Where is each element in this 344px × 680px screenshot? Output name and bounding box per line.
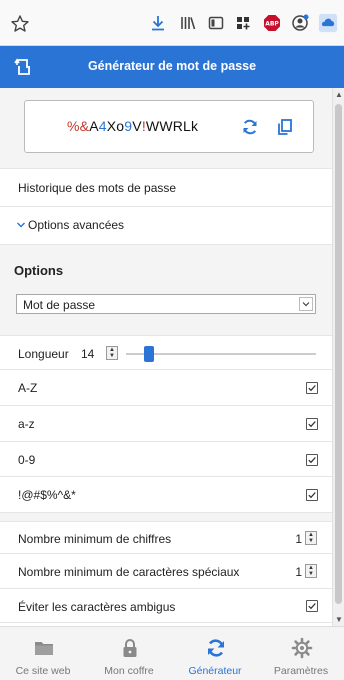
advanced-options-toggle[interactable]: Options avancées (0, 207, 332, 245)
gear-icon (291, 637, 313, 659)
charset-checkbox-uppercase[interactable] (306, 382, 318, 394)
tab-label: Mon coffre (104, 665, 154, 677)
min-special-value: 1 (295, 565, 302, 579)
generator-content: %&A4Xo9V!WWRLk Historique des mots de pa… (0, 88, 332, 626)
advanced-options-label: Options avancées (28, 218, 125, 232)
password-char-group: %& (67, 118, 90, 134)
avoid-ambiguous-label: Éviter les caractères ambigus (18, 600, 176, 614)
refresh-icon (205, 637, 227, 659)
charset-row-special[interactable]: !@#$%^&* (0, 477, 332, 513)
min-special-stepper[interactable]: ▲ ▼ (305, 564, 317, 578)
min-special-row: Nombre minimum de caractères spéciaux 1 … (0, 554, 332, 589)
generator-header: Générateur de mot de passe (0, 46, 344, 88)
adblock-icon[interactable]: ABP (262, 13, 282, 33)
password-type-select[interactable]: Mot de passe (16, 294, 316, 314)
min-numbers-row: Nombre minimum de chiffres 1 ▲ ▼ (0, 521, 332, 554)
charset-label: !@#$%^&* (18, 488, 76, 502)
scroll-down-icon[interactable]: ▼ (335, 615, 343, 624)
content-scrollbar[interactable]: ▲ ▼ (332, 88, 344, 626)
bookmark-star-icon[interactable] (10, 14, 30, 34)
chevron-down-icon (299, 297, 313, 311)
section-spacer (0, 513, 332, 521)
account-icon[interactable] (290, 13, 310, 33)
password-char-group: Xo (106, 118, 125, 134)
svg-text:ABP: ABP (265, 21, 279, 28)
length-slider-thumb[interactable] (143, 346, 154, 362)
generated-password-box: %&A4Xo9V!WWRLk (24, 100, 314, 153)
bottom-tab-bar: Ce site web Mon coffre Générateur Paramè… (0, 626, 344, 680)
sidebar-icon[interactable] (206, 13, 226, 33)
length-slider-track[interactable] (126, 353, 316, 355)
avoid-ambiguous-row[interactable]: Éviter les caractères ambigus (0, 589, 332, 623)
charset-checkbox-lowercase[interactable] (306, 418, 318, 430)
download-icon[interactable] (148, 13, 168, 33)
min-numbers-value: 1 (295, 532, 302, 546)
password-history-label: Historique des mots de passe (18, 181, 177, 195)
charset-row-numbers[interactable]: 0-9 (0, 442, 332, 477)
length-label: Longueur (18, 347, 69, 361)
chevron-down-icon (16, 219, 26, 233)
charset-label: a-z (18, 417, 35, 431)
generated-password[interactable]: %&A4Xo9V!WWRLk (67, 118, 198, 134)
charset-checkbox-numbers[interactable] (306, 454, 318, 466)
charset-label: 0-9 (18, 453, 36, 467)
length-row: Longueur 14 ▲ ▼ (0, 335, 332, 370)
folder-icon (33, 637, 55, 659)
password-char-group: WWRLk (145, 118, 199, 134)
regenerate-icon[interactable] (240, 117, 260, 137)
options-heading: Options (14, 263, 64, 278)
copy-icon[interactable] (275, 117, 295, 137)
password-history-link[interactable]: Historique des mots de passe (0, 168, 332, 207)
library-icon[interactable] (178, 13, 198, 33)
length-value: 14 (81, 347, 95, 361)
tab-label: Paramètres (273, 665, 329, 677)
tab-label: Générateur (188, 665, 242, 677)
charset-row-lowercase[interactable]: a-z (0, 406, 332, 442)
page-title: Générateur de mot de passe (87, 59, 257, 73)
password-type-value: Mot de passe (23, 298, 96, 312)
options-section: Options Mot de passe (0, 245, 332, 335)
tab-vault[interactable]: Mon coffre (86, 627, 172, 680)
tab-current-site[interactable]: Ce site web (0, 627, 86, 680)
password-char-group: V (132, 118, 142, 134)
password-area: %&A4Xo9V!WWRLk (0, 88, 332, 168)
scroll-up-icon[interactable]: ▲ (335, 90, 343, 99)
tab-label: Ce site web (15, 665, 71, 677)
browser-toolbar: ABP (0, 0, 344, 46)
tab-generator[interactable]: Générateur (172, 627, 258, 680)
min-numbers-label: Nombre minimum de chiffres (18, 532, 172, 546)
charset-label: A-Z (18, 381, 38, 395)
avoid-ambiguous-checkbox[interactable] (306, 600, 318, 612)
lock-icon (119, 637, 141, 659)
charset-checkbox-special[interactable] (306, 489, 318, 501)
extensions-grid-icon[interactable] (233, 13, 253, 33)
scrollbar-thumb[interactable] (335, 104, 342, 604)
password-char-group: 4 (98, 118, 107, 134)
min-special-label: Nombre minimum de caractères spéciaux (18, 565, 240, 579)
min-numbers-stepper[interactable]: ▲ ▼ (305, 531, 317, 545)
charset-row-uppercase[interactable]: A-Z (0, 370, 332, 406)
password-char-group: A (89, 118, 99, 134)
tab-settings[interactable]: Paramètres (258, 627, 344, 680)
length-stepper[interactable]: ▲ ▼ (106, 346, 118, 360)
cloud-extension-icon[interactable] (318, 13, 338, 33)
